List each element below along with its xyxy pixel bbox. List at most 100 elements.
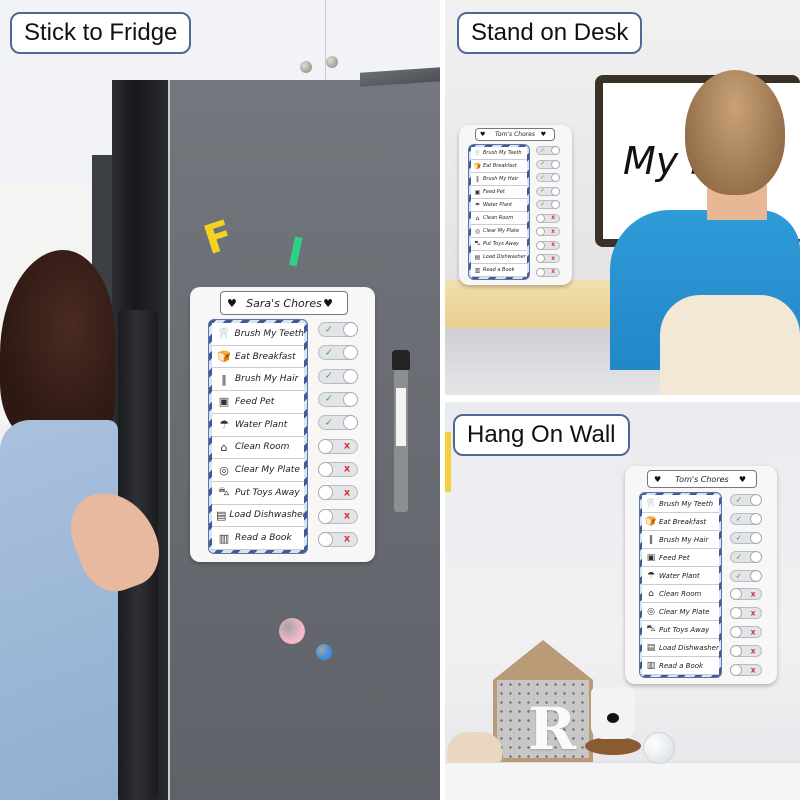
toggle-knob[interactable] [730,663,742,676]
book-icon: ▥ [218,531,230,545]
chore-label: Brush My Hair [483,176,519,182]
board-title-text: Sara's Chores [246,296,322,310]
toggle-knob[interactable] [551,173,560,183]
toggle-knob[interactable] [750,512,762,525]
chore-item: 🦷 Brush My Teeth [212,323,304,346]
chore-item: ⛍ Put Toys Away [642,621,719,639]
chore-toggle-todo[interactable]: x [318,485,358,501]
toggle-knob[interactable] [318,438,333,454]
toggle-knob[interactable] [730,645,742,657]
chore-toggle-done[interactable]: ✓ [730,531,762,544]
x-icon: x [551,228,556,235]
chore-list: 🦷 Brush My Teeth 🍞 Eat Breakfast ‖ Brush My H… [208,319,308,554]
toy-car-icon: ⛍ [474,240,481,247]
chore-toggle-done[interactable]: ✓ [536,186,560,196]
check-icon: ✓ [735,514,743,524]
chore-toggle-done[interactable]: ✓ [730,550,762,563]
chore-toggle-todo[interactable]: x [730,626,762,639]
toggle-knob[interactable] [730,626,742,639]
chore-toggle-done[interactable]: ✓ [730,512,762,525]
chore-toggle-todo[interactable]: x [536,267,560,277]
pink-magnet [279,618,305,644]
chore-toggle-todo[interactable]: x [318,508,358,524]
chore-toggle-todo[interactable]: x [318,438,358,454]
toggle-knob[interactable] [343,415,358,431]
blue-magnet [316,644,332,660]
toggle-knob[interactable] [730,607,742,620]
toggle-knob[interactable] [318,531,333,547]
chore-toggle-done[interactable]: ✓ [318,322,358,337]
chore-label: Load Dishwasher [483,254,526,260]
chore-toggle-done[interactable]: ✓ [318,391,358,407]
chore-switches: ✓ ✓ ✓ ✓ ✓ x x x x x [536,146,562,277]
toggle-knob[interactable] [551,186,560,196]
toggle-knob[interactable] [536,267,545,277]
chore-toggle-done[interactable]: ✓ [730,494,762,506]
chore-board-sara: ♥ Sara's Chores ♥ 🦷 Brush My Teeth 🍞 Eat Br… [190,287,375,562]
bread-icon: 🍞 [217,350,231,364]
cabinet-knob [300,61,312,73]
chore-toggle-todo[interactable]: x [730,607,762,620]
toggle-knob[interactable] [318,508,333,524]
toggle-knob[interactable] [551,146,560,155]
chore-item: 🦷 Brush My Teeth [471,147,527,160]
toggle-knob[interactable] [750,494,762,506]
toggle-knob[interactable] [318,485,333,501]
chore-item: ▤ Load Dishwasher [642,639,719,657]
caption-stick-to-fridge: Stick to Fridge [10,12,192,54]
broom-icon: ⌂ [475,214,480,222]
chore-toggle-todo[interactable]: x [318,531,358,547]
pet-food-icon: ▣ [218,395,230,409]
toggle-knob[interactable] [536,240,545,250]
board-title-text: Tom's Chores [494,131,536,138]
watering-can-icon: ☂ [646,570,656,581]
watering-can-icon: ☂ [219,418,229,432]
chore-toggle-done[interactable]: ✓ [536,173,560,183]
check-icon: ✓ [735,571,743,580]
chore-label: Brush My Hair [235,374,299,385]
toggle-knob[interactable] [318,461,333,477]
x-icon: x [750,665,756,675]
chore-toggle-todo[interactable]: x [536,213,560,223]
girl-shirt [0,420,118,800]
toggle-knob[interactable] [536,254,545,264]
chore-toggle-done[interactable]: ✓ [536,159,560,169]
toggle-knob[interactable] [551,159,560,169]
chore-toggle-done[interactable]: ✓ [318,415,358,431]
chore-board-tom-desk: ♥ Tom's Chores ♥ 🦷 Brush My Teeth 🍞 Eat Bre… [459,125,572,285]
chore-label: Feed Pet [659,553,690,562]
chore-toggle-todo[interactable]: x [730,588,762,601]
chore-toggle-done[interactable]: ✓ [536,200,560,210]
toggle-knob[interactable] [343,391,358,407]
chore-item: ☂ Water Plant [212,413,304,437]
chore-label: Clear My Plate [659,607,710,616]
toggle-knob[interactable] [730,588,742,601]
chore-toggle-todo[interactable]: x [536,254,560,264]
toggle-knob[interactable] [536,227,545,237]
chore-item: 🍞 Eat Breakfast [471,160,527,173]
chore-toggle-done[interactable]: ✓ [318,368,358,384]
toggle-knob[interactable] [551,200,560,210]
chore-toggle-todo[interactable]: x [536,240,560,250]
toggle-knob[interactable] [750,550,762,563]
marker-label [396,388,406,446]
chore-toggle-done[interactable]: ✓ [730,569,762,582]
toggle-knob[interactable] [343,368,358,384]
toy-car-icon: ⛍ [646,624,656,634]
toggle-knob[interactable] [750,531,762,544]
x-icon: x [343,440,351,452]
chore-toggle-todo[interactable]: x [730,645,762,657]
toggle-knob[interactable] [343,345,358,361]
chore-toggle-done[interactable]: ✓ [536,146,560,155]
chore-label: Read a Book [235,533,292,544]
toggle-knob[interactable] [343,322,358,337]
chore-toggle-todo[interactable]: x [730,663,762,676]
toggle-knob[interactable] [750,569,762,582]
toggle-knob[interactable] [536,213,545,223]
chore-label: Brush My Teeth [659,499,714,508]
chore-item: ‖ Brush My Hair [212,368,304,392]
chore-toggle-todo[interactable]: x [536,227,560,237]
chore-toggle-done[interactable]: ✓ [318,345,358,361]
chore-toggle-todo[interactable]: x [318,461,358,477]
bread-icon: 🍞 [645,516,657,527]
